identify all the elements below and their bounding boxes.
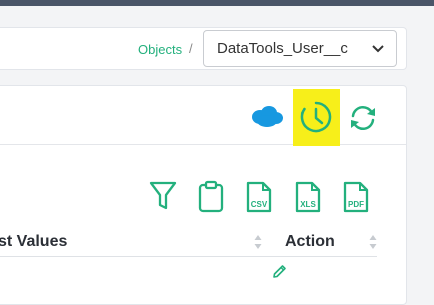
xls-label: XLS (300, 200, 316, 209)
clipboard-icon[interactable] (197, 180, 225, 214)
data-panel: CSV XLS PDF st Values Action (0, 85, 407, 305)
sort-icon[interactable] (369, 234, 377, 250)
pdf-export-button[interactable]: PDF (342, 180, 370, 214)
column-header-action[interactable]: Action (285, 233, 335, 251)
top-window-strip (0, 0, 434, 6)
pdf-label: PDF (348, 200, 364, 209)
object-select[interactable]: DataTools_User__c (203, 30, 397, 67)
filter-icon[interactable] (149, 180, 177, 212)
sort-icon[interactable] (254, 234, 262, 250)
pencil-edit-icon[interactable] (271, 264, 287, 280)
object-select-value: DataTools_User__c (217, 40, 348, 57)
csv-label: CSV (250, 200, 268, 209)
table-header-divider (0, 256, 377, 257)
refresh-icon[interactable] (348, 105, 378, 131)
breadcrumb: Objects / DataTools_User__c (0, 27, 407, 70)
salesforce-cloud-icon[interactable] (250, 104, 284, 128)
breadcrumb-objects-link[interactable]: Objects (138, 42, 182, 57)
csv-export-button[interactable]: CSV (245, 180, 273, 214)
chevron-down-icon (372, 45, 384, 53)
panel-header (0, 86, 406, 146)
history-clock-icon[interactable] (299, 100, 333, 134)
column-header-values[interactable]: st Values (0, 233, 67, 251)
breadcrumb-separator: / (189, 41, 193, 56)
xls-export-button[interactable]: XLS (294, 180, 322, 214)
